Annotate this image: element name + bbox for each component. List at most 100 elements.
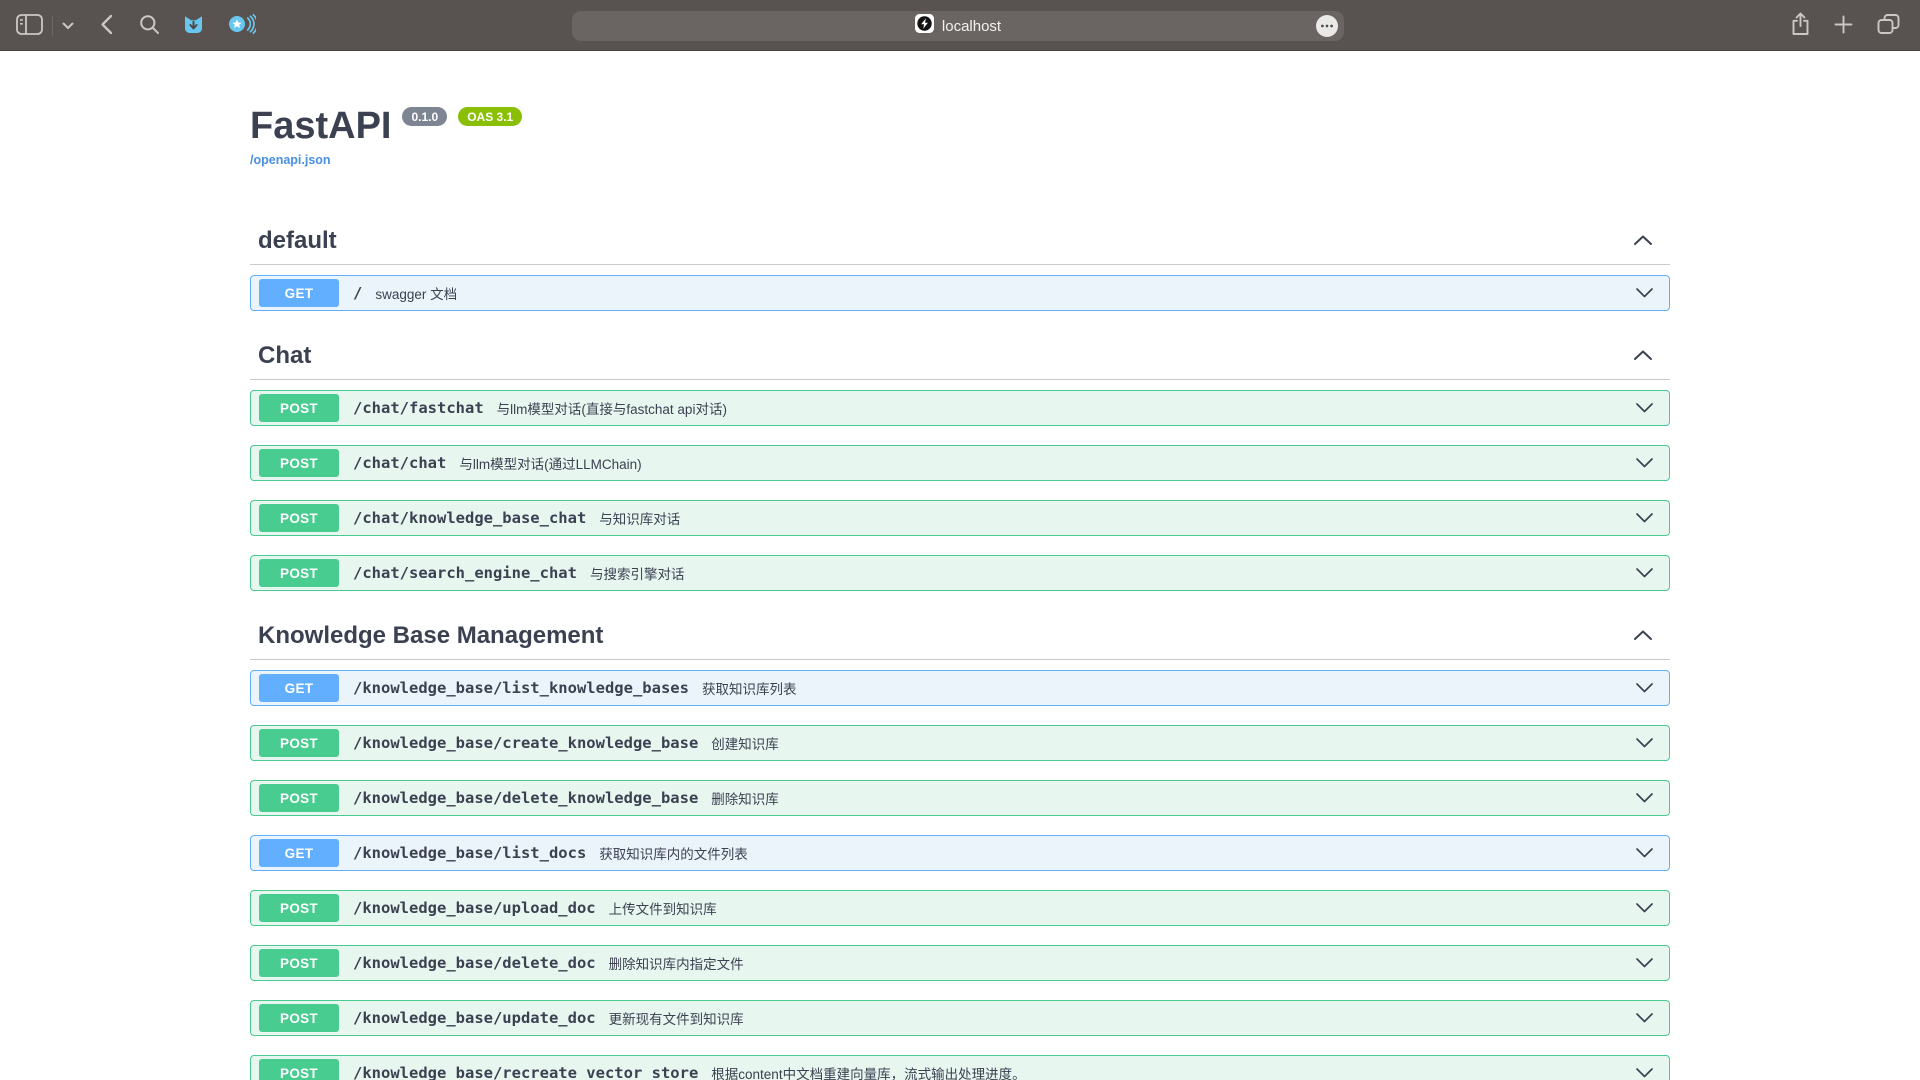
operation-description: 与知识库对话	[599, 508, 680, 528]
api-section: default GET / swagger 文档	[250, 226, 1670, 311]
method-badge: POST	[259, 504, 339, 532]
page-content: FastAPI 0.1.0 OAS 3.1 /openapi.json defa…	[0, 51, 1920, 1080]
operation-path: /knowledge_base/delete_knowledge_base	[353, 789, 698, 807]
operation-path: /knowledge_base/delete_doc	[353, 954, 596, 972]
method-badge: POST	[259, 729, 339, 757]
method-badge: POST	[259, 894, 339, 922]
search-button[interactable]	[139, 14, 160, 38]
chevron-down-icon[interactable]	[1635, 567, 1654, 579]
chevron-down-icon[interactable]	[1635, 1012, 1654, 1024]
chevron-down-icon[interactable]	[1635, 847, 1654, 859]
browser-toolbar: localhost	[0, 0, 1920, 51]
operation-row[interactable]: POST /knowledge_base/delete_knowledge_ba…	[250, 780, 1670, 816]
chevron-up-icon	[1633, 629, 1653, 644]
operation-path: /chat/chat	[353, 454, 446, 472]
method-badge: POST	[259, 949, 339, 977]
section-header[interactable]: Knowledge Base Management	[250, 621, 1670, 660]
operation-row[interactable]: POST /knowledge_base/upload_doc 上传文件到知识库	[250, 890, 1670, 926]
section-title: default	[258, 226, 337, 256]
operation-row[interactable]: POST /knowledge_base/delete_doc 删除知识库内指定…	[250, 945, 1670, 981]
address-bar[interactable]: localhost	[572, 11, 1344, 41]
bookmark-extension-icon	[182, 13, 205, 39]
operation-description: 获取知识库内的文件列表	[599, 843, 748, 863]
method-badge: GET	[259, 839, 339, 867]
operation-path: /chat/knowledge_base_chat	[353, 509, 586, 527]
oas-badge: OAS 3.1	[458, 107, 522, 126]
method-badge: POST	[259, 784, 339, 812]
operation-description: 与搜索引擎对话	[590, 563, 685, 583]
operation-description: 更新现有文件到知识库	[609, 1008, 744, 1028]
new-tab-button[interactable]	[1834, 15, 1853, 37]
operation-path: /knowledge_base/upload_doc	[353, 899, 596, 917]
back-button[interactable]	[100, 14, 113, 38]
method-badge: POST	[259, 559, 339, 587]
collapse-section-button[interactable]	[1619, 629, 1667, 644]
section-header[interactable]: Chat	[250, 341, 1670, 380]
bookmark-extension-button[interactable]	[182, 13, 205, 39]
chevron-down-icon	[62, 18, 74, 33]
chevron-down-icon[interactable]	[1635, 792, 1654, 804]
openapi-spec-link[interactable]: /openapi.json	[250, 153, 331, 167]
sidebar-toggle-icon	[16, 14, 43, 38]
section-header[interactable]: default	[250, 226, 1670, 265]
back-icon	[100, 14, 113, 38]
rings-star-extension-icon	[227, 13, 256, 38]
operation-path: /knowledge_base/create_knowledge_base	[353, 734, 698, 752]
chevron-down-icon[interactable]	[1635, 737, 1654, 749]
url-text: localhost	[942, 18, 1001, 35]
operation-row[interactable]: GET /knowledge_base/list_docs 获取知识库内的文件列…	[250, 835, 1670, 871]
operation-row[interactable]: POST /chat/chat 与llm模型对话(通过LLMChain)	[250, 445, 1670, 481]
method-badge: POST	[259, 1004, 339, 1032]
operation-description: 删除知识库	[711, 788, 779, 808]
operation-row[interactable]: POST /knowledge_base/recreate_vector_sto…	[250, 1055, 1670, 1080]
operation-path: /knowledge_base/update_doc	[353, 1009, 596, 1027]
operation-path: /knowledge_base/list_knowledge_bases	[353, 679, 689, 697]
operation-row[interactable]: POST /knowledge_base/create_knowledge_ba…	[250, 725, 1670, 761]
chevron-up-icon	[1633, 234, 1653, 249]
toolbar-divider	[52, 16, 53, 36]
page-settings-button[interactable]	[1316, 15, 1338, 37]
chevron-down-icon[interactable]	[1635, 512, 1654, 524]
api-section: Chat POST /chat/fastchat 与llm模型对话(直接与fas…	[250, 341, 1670, 591]
operation-description: swagger 文档	[375, 283, 457, 303]
search-icon	[139, 14, 160, 38]
api-sections: default GET / swagger 文档 Chat	[250, 226, 1670, 1080]
operation-row[interactable]: GET /knowledge_base/list_knowledge_bases…	[250, 670, 1670, 706]
rings-extension-button[interactable]	[227, 13, 256, 38]
tab-overview-button[interactable]	[1877, 14, 1900, 38]
chevron-down-icon[interactable]	[1635, 902, 1654, 914]
sidebar-toggle-button[interactable]	[16, 14, 43, 38]
operation-description: 删除知识库内指定文件	[609, 953, 744, 973]
operation-row[interactable]: POST /knowledge_base/update_doc 更新现有文件到知…	[250, 1000, 1670, 1036]
operation-description: 与llm模型对话(通过LLMChain)	[459, 453, 641, 473]
collapse-section-button[interactable]	[1619, 349, 1667, 364]
chevron-down-icon[interactable]	[1635, 402, 1654, 414]
operation-path: /knowledge_base/list_docs	[353, 844, 586, 862]
operation-description: 获取知识库列表	[702, 678, 797, 698]
chevron-down-icon[interactable]	[1635, 957, 1654, 969]
chevron-down-icon[interactable]	[1635, 287, 1654, 299]
api-section: Knowledge Base Management GET /knowledge…	[250, 621, 1670, 1080]
section-title: Chat	[258, 341, 311, 371]
operation-description: 根据content中文档重建向量库，流式输出处理进度。	[711, 1063, 1025, 1080]
plus-icon	[1834, 15, 1853, 37]
page-title: FastAPI	[250, 104, 391, 148]
operation-row[interactable]: POST /chat/knowledge_base_chat 与知识库对话	[250, 500, 1670, 536]
chevron-down-icon[interactable]	[1635, 682, 1654, 694]
chevron-down-icon[interactable]	[1635, 1067, 1654, 1079]
share-button[interactable]	[1791, 12, 1810, 39]
sidebar-menu-chevron-button[interactable]	[62, 18, 74, 33]
operation-row[interactable]: POST /chat/fastchat 与llm模型对话(直接与fastchat…	[250, 390, 1670, 426]
operation-row[interactable]: POST /chat/search_engine_chat 与搜索引擎对话	[250, 555, 1670, 591]
operation-description: 与llm模型对话(直接与fastchat api对话)	[497, 398, 727, 418]
tab-overview-icon	[1877, 14, 1900, 38]
operation-row[interactable]: GET / swagger 文档	[250, 275, 1670, 311]
collapse-section-button[interactable]	[1619, 234, 1667, 249]
operation-description: 创建知识库	[711, 733, 779, 753]
method-badge: GET	[259, 674, 339, 702]
method-badge: POST	[259, 449, 339, 477]
operation-path: /	[353, 284, 362, 302]
operation-path: /knowledge_base/recreate_vector_store	[353, 1064, 698, 1080]
chevron-down-icon[interactable]	[1635, 457, 1654, 469]
section-title: Knowledge Base Management	[258, 621, 603, 651]
